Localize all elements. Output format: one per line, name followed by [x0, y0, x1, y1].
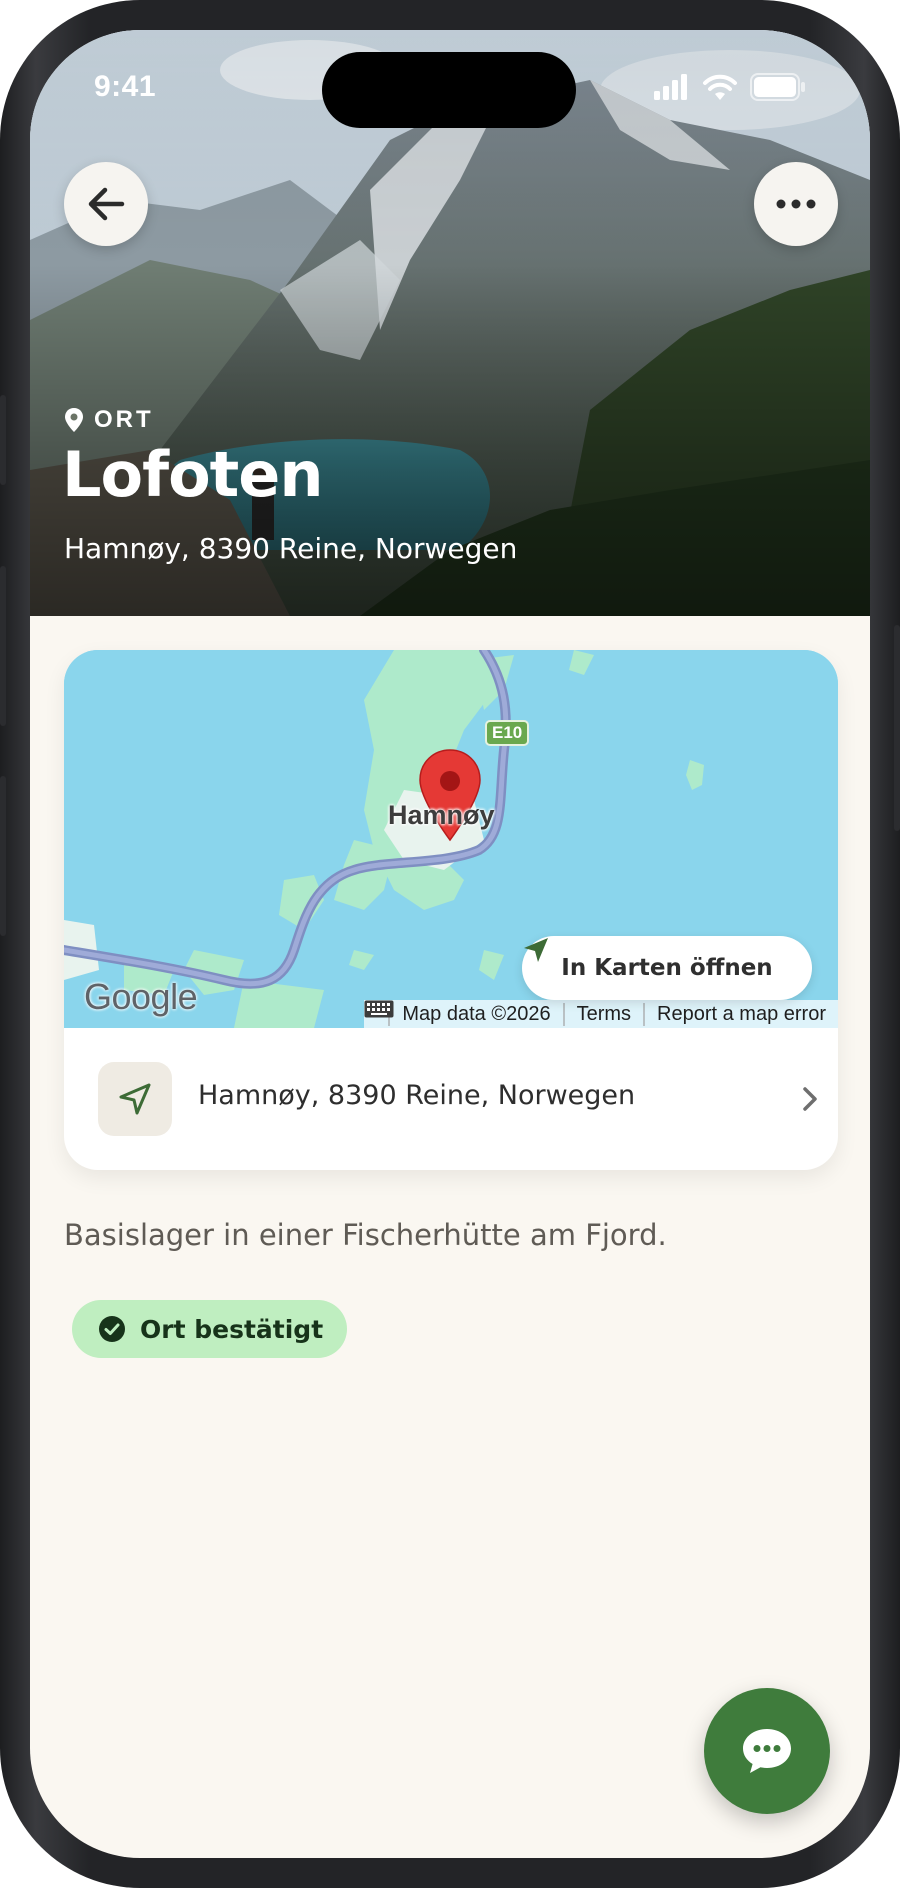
hero-image: 9:41 ORT Lofoten Hamnøy, 8390 Reine, Nor… [30, 30, 870, 616]
more-button[interactable] [754, 162, 838, 246]
open-in-maps-label: In Karten öffnen [561, 955, 773, 981]
app-screen: 9:41 ORT Lofoten Hamnøy, 8390 Reine, Nor… [30, 30, 870, 1858]
navigation-arrow-icon [524, 938, 548, 962]
volume-down-button [0, 776, 6, 936]
battery-icon [750, 73, 805, 101]
power-button [894, 625, 900, 831]
place-kind: ORT [64, 406, 154, 434]
map-attribution: Map data ©2026 Terms Report a map error [364, 1000, 838, 1028]
address-text: Hamnøy, 8390 Reine, Norwegen [198, 1080, 636, 1111]
cellular-signal-icon [654, 74, 687, 100]
chat-fab-button[interactable] [704, 1688, 830, 1814]
status-badge-label: Ort bestätigt [140, 1314, 324, 1344]
status-icons [654, 72, 806, 102]
chat-bubble-icon [743, 1729, 791, 1773]
road-shield: E10 [485, 720, 530, 746]
address-icon-container [98, 1062, 172, 1136]
volume-up-button [0, 566, 6, 726]
keyboard-icon [364, 1000, 394, 1018]
google-logo: Google [84, 976, 198, 1017]
status-time: 9:41 [94, 70, 157, 103]
place-description: Basislager in einer Fischerhütte am Fjor… [64, 1218, 667, 1252]
place-address: Hamnøy, 8390 Reine, Norwegen [64, 532, 518, 565]
place-title: Lofoten [62, 438, 323, 511]
report-map-error-link[interactable]: Report a map error [643, 1002, 838, 1026]
map-view[interactable]: Hamnøy E10 Google Map data ©2026 Terms R… [64, 650, 838, 1028]
arrow-left-icon [88, 187, 125, 221]
dynamic-island [322, 52, 576, 128]
map-data-text: Map data ©2026 [388, 1002, 562, 1026]
status-badge: Ort bestätigt [72, 1300, 348, 1358]
map-card: Hamnøy E10 Google Map data ©2026 Terms R… [64, 650, 838, 1170]
map-town-label: Hamnøy [388, 800, 495, 830]
mute-switch [0, 395, 6, 485]
place-kind-label: ORT [94, 406, 154, 433]
navigation-arrow-icon [119, 1083, 151, 1115]
terms-link[interactable]: Terms [562, 1002, 643, 1026]
chevron-right-icon [803, 1087, 817, 1111]
ellipsis-icon [776, 199, 816, 209]
wifi-icon [703, 74, 737, 100]
open-in-maps-button[interactable]: In Karten öffnen [522, 936, 812, 1000]
back-button[interactable] [64, 162, 148, 246]
address-row[interactable]: Hamnøy, 8390 Reine, Norwegen [64, 1028, 838, 1170]
location-pin-icon [65, 408, 83, 432]
check-circle-icon [99, 1316, 125, 1342]
